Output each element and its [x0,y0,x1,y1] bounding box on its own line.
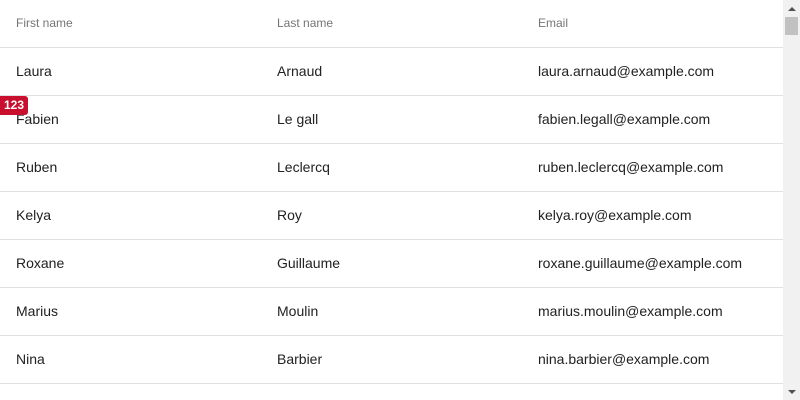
table-row[interactable]: Roxane Guillaume roxane.guillaume@exampl… [0,240,783,288]
first-name-cell: Nina [16,351,45,367]
table-header-row: First name Last name Email [0,0,783,48]
email-cell: roxane.guillaume@example.com [538,255,743,271]
email-cell: laura.arnaud@example.com [538,63,715,79]
first-name-cell: Kelya [16,207,52,223]
email-cell: nina.barbier@example.com [538,351,710,367]
last-name-cell: Leclercq [277,159,330,175]
email-cell: marius.moulin@example.com [538,303,723,319]
table-row[interactable]: Marius Moulin marius.moulin@example.com [0,288,783,336]
first-name-cell: Roxane [16,255,65,271]
grid-viewport: First name Last name Email Laura Arnaud … [0,0,800,400]
column-header-last-name[interactable]: Last name [277,0,333,47]
scroll-up-button[interactable] [783,0,800,17]
column-header-first-name[interactable]: First name [16,0,73,47]
data-table: First name Last name Email Laura Arnaud … [0,0,783,384]
first-name-cell: Laura [16,63,52,79]
last-name-cell: Moulin [277,303,319,319]
scroll-down-button[interactable] [783,383,800,400]
last-name-cell: Guillaume [277,255,341,271]
last-name-cell: Roy [277,207,302,223]
vertical-scrollbar[interactable] [783,0,800,400]
triangle-down-icon [787,389,796,394]
first-name-cell: Marius [16,303,59,319]
table-row[interactable]: Fabien Le gall fabien.legall@example.com [0,96,783,144]
table-row[interactable]: Ruben Leclercq ruben.leclercq@example.co… [0,144,783,192]
email-cell: fabien.legall@example.com [538,111,711,127]
table-row[interactable]: Nina Barbier nina.barbier@example.com [0,336,783,384]
table-row[interactable]: Laura Arnaud laura.arnaud@example.com [0,48,783,96]
count-badge: 123 [0,96,28,115]
last-name-cell: Arnaud [277,63,323,79]
triangle-up-icon [787,6,796,11]
last-name-cell: Le gall [277,111,319,127]
table-row[interactable]: Kelya Roy kelya.roy@example.com [0,192,783,240]
email-cell: ruben.leclercq@example.com [538,159,724,175]
scroll-thumb[interactable] [785,17,798,35]
column-header-email[interactable]: Email [538,0,568,47]
last-name-cell: Barbier [277,351,323,367]
email-cell: kelya.roy@example.com [538,207,692,223]
first-name-cell: Ruben [16,159,58,175]
